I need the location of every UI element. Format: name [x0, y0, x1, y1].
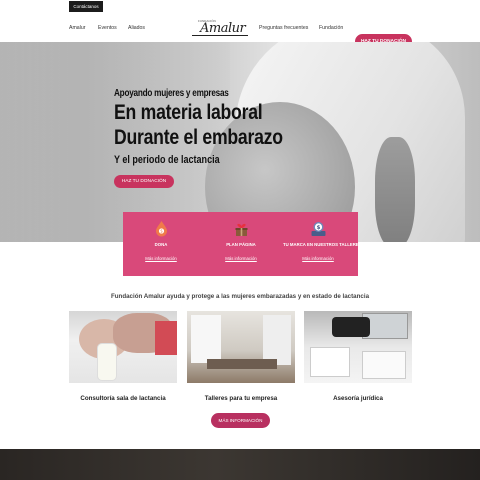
lactation-photo [69, 311, 177, 383]
logo-script-text: Amalur [200, 21, 246, 36]
photo-shape [332, 317, 370, 337]
bottle-shape [97, 343, 117, 381]
nav-link-fundacion[interactable]: Fundación [319, 25, 343, 31]
service-card-lactancia[interactable]: Consultoría sala de lactancia [69, 311, 177, 402]
nav-link-amalur[interactable]: Amalur [69, 25, 85, 31]
more-info-button[interactable]: MÁS INFORMACIÓN [211, 413, 270, 428]
contact-button[interactable]: Contáctanos [69, 1, 103, 12]
nav-link-eventos[interactable]: Eventos [98, 25, 117, 31]
hero-hand-shape [375, 137, 415, 242]
feature-title: PLAN PÁGINA [226, 242, 256, 247]
hero-subtitle: Apoyando mujeres y empresas [114, 88, 229, 99]
legal-desk-photo [304, 311, 412, 383]
hero-headline-1: En materia laboral [114, 101, 263, 124]
hero-headline-2: Durante el embarazo [114, 126, 283, 149]
features-box: $ DONA Más información PLAN PÁGINA Más i… [123, 212, 362, 276]
hero-donate-button[interactable]: HAZ TU DONACIÓN [114, 175, 174, 188]
photo-shape [207, 359, 277, 369]
card-caption: Asesoría jurídica [333, 395, 383, 402]
logo[interactable]: FUNDACIÓN Amalur [192, 17, 248, 41]
card-caption: Talleres para tu empresa [204, 395, 278, 402]
photo-shape [310, 347, 350, 377]
feature-plan-pagina: PLAN PÁGINA Más información [206, 220, 276, 265]
top-strip: Contáctanos [0, 0, 480, 14]
nav-link-faq[interactable]: Preguntas frecuentes [259, 25, 308, 31]
feature-more-link[interactable]: Más información [302, 256, 334, 261]
feature-more-link[interactable]: Más información [145, 256, 177, 261]
nav-link-aliados[interactable]: Aliados [128, 25, 145, 31]
meeting-room-photo [187, 311, 295, 383]
service-card-asesoria[interactable]: Asesoría jurídica [304, 311, 412, 402]
photo-shape [191, 315, 221, 363]
logo-underline [192, 35, 248, 36]
intro-text: Fundación Amalur ayuda y protege a las m… [110, 293, 370, 300]
card-caption: Consultoría sala de lactancia [80, 395, 166, 402]
svg-text:$: $ [160, 229, 163, 234]
main-nav: Amalur Eventos Aliados FUNDACIÓN Amalur … [0, 14, 480, 49]
hero-tagline: Y el periodo de lactancia [114, 154, 220, 166]
footer-image-strip [0, 449, 480, 480]
feature-title: DONA [154, 242, 168, 247]
feature-tu-marca: $ TU MARCA EN NUESTROS TALLERES Más info… [283, 220, 362, 265]
feature-title: TU MARCA EN NUESTROS TALLERES [283, 242, 362, 247]
service-card-talleres[interactable]: Talleres para tu empresa [187, 311, 295, 402]
photo-shape [362, 351, 406, 379]
feature-dona: $ DONA Más información [126, 220, 196, 265]
svg-text:$: $ [316, 225, 320, 231]
photo-shape [263, 315, 291, 365]
feature-more-link[interactable]: Más información [225, 256, 257, 261]
photo-shape [155, 321, 177, 355]
gift-box-heart-icon [233, 220, 250, 237]
donation-drop-icon: $ [153, 220, 170, 237]
money-tray-icon: $ [310, 220, 327, 237]
